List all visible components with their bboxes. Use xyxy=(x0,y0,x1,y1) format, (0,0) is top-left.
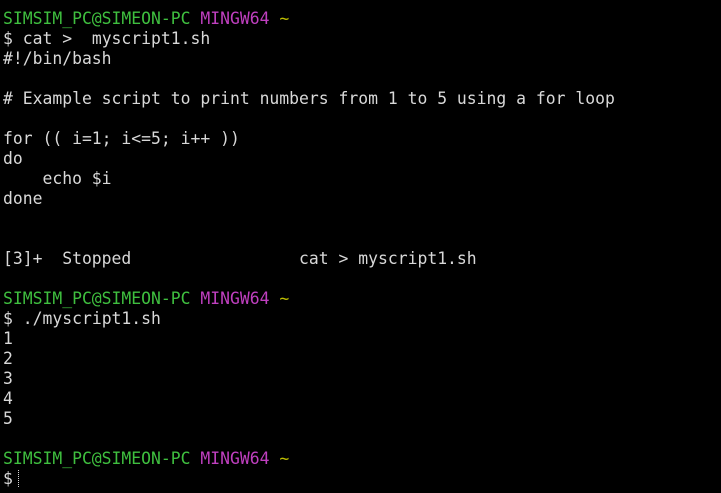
prompt-cwd: ~ xyxy=(279,449,290,468)
prompt-line: SIMSIM_PC@SIMEON-PC MINGW64 ~ xyxy=(3,9,721,29)
prompt-shell: MINGW64 xyxy=(200,9,270,28)
prompt-shell: MINGW64 xyxy=(200,289,270,308)
output-line: 1 xyxy=(3,329,13,348)
prompt-cwd: ~ xyxy=(279,289,290,308)
terminal-window[interactable]: SIMSIM_PC@SIMEON-PC MINGW64 ~ $ cat > my… xyxy=(0,0,721,493)
input-line[interactable]: $ xyxy=(3,469,721,489)
script-line: #!/bin/bash xyxy=(3,49,112,68)
output-line: 3 xyxy=(3,369,13,388)
script-line: for (( i=1; i<=5; i++ )) xyxy=(3,129,240,148)
script-line xyxy=(3,69,721,89)
command-text: cat > myscript1.sh xyxy=(22,29,211,48)
prompt-symbol: $ xyxy=(3,29,13,48)
output-line: 2 xyxy=(3,349,13,368)
command-line: $ cat > myscript1.sh xyxy=(3,29,721,49)
job-status-message: [3]+ Stopped cat > myscript1.sh xyxy=(3,249,477,268)
prompt-shell: MINGW64 xyxy=(200,449,270,468)
prompt-line: SIMSIM_PC@SIMEON-PC MINGW64 ~ xyxy=(3,289,721,309)
script-line: do xyxy=(3,149,23,168)
prompt-user-host: SIMSIM_PC@SIMEON-PC xyxy=(3,289,191,308)
text-cursor xyxy=(17,470,21,487)
prompt-user-host: SIMSIM_PC@SIMEON-PC xyxy=(3,449,191,468)
prompt-symbol: $ xyxy=(3,309,13,328)
command-text: ./myscript1.sh xyxy=(22,309,161,328)
output-line: 4 xyxy=(3,389,13,408)
script-line xyxy=(3,109,721,129)
script-line: # Example script to print numbers from 1… xyxy=(3,89,615,108)
script-line: done xyxy=(3,189,43,208)
prompt-cwd: ~ xyxy=(279,9,290,28)
prompt-user-host: SIMSIM_PC@SIMEON-PC xyxy=(3,9,191,28)
script-line: echo $i xyxy=(3,169,112,188)
prompt-line: SIMSIM_PC@SIMEON-PC MINGW64 ~ xyxy=(3,449,721,469)
output-line: 5 xyxy=(3,409,13,428)
prompt-symbol: $ xyxy=(3,469,13,488)
command-line: $ ./myscript1.sh xyxy=(3,309,721,329)
